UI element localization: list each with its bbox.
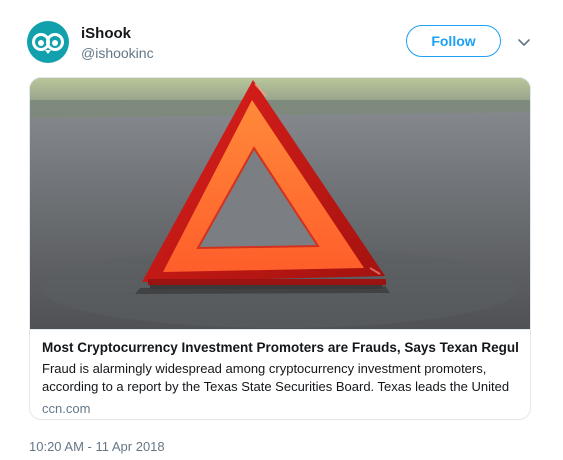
card-text[interactable]: Most Cryptocurrency Investment Promoters… bbox=[30, 329, 530, 416]
owl-eyes-logo-icon bbox=[32, 33, 64, 54]
tweet-timestamp[interactable]: 10:20 AM - 11 Apr 2018 bbox=[29, 439, 165, 454]
card-title[interactable]: Most Cryptocurrency Investment Promoters… bbox=[42, 339, 518, 357]
display-name[interactable]: iShook bbox=[81, 25, 131, 42]
warning-triangle-photo bbox=[30, 78, 530, 329]
link-card[interactable]: Most Cryptocurrency Investment Promoters… bbox=[29, 77, 531, 420]
follow-button[interactable]: Follow bbox=[406, 25, 501, 57]
avatar[interactable] bbox=[27, 21, 69, 63]
user-handle[interactable]: @ishookinc bbox=[81, 45, 154, 61]
card-domain: ccn.com bbox=[42, 401, 91, 416]
chevron-down-icon[interactable] bbox=[516, 34, 532, 50]
card-description: Fraud is alarmingly widespread among cry… bbox=[42, 361, 510, 394]
